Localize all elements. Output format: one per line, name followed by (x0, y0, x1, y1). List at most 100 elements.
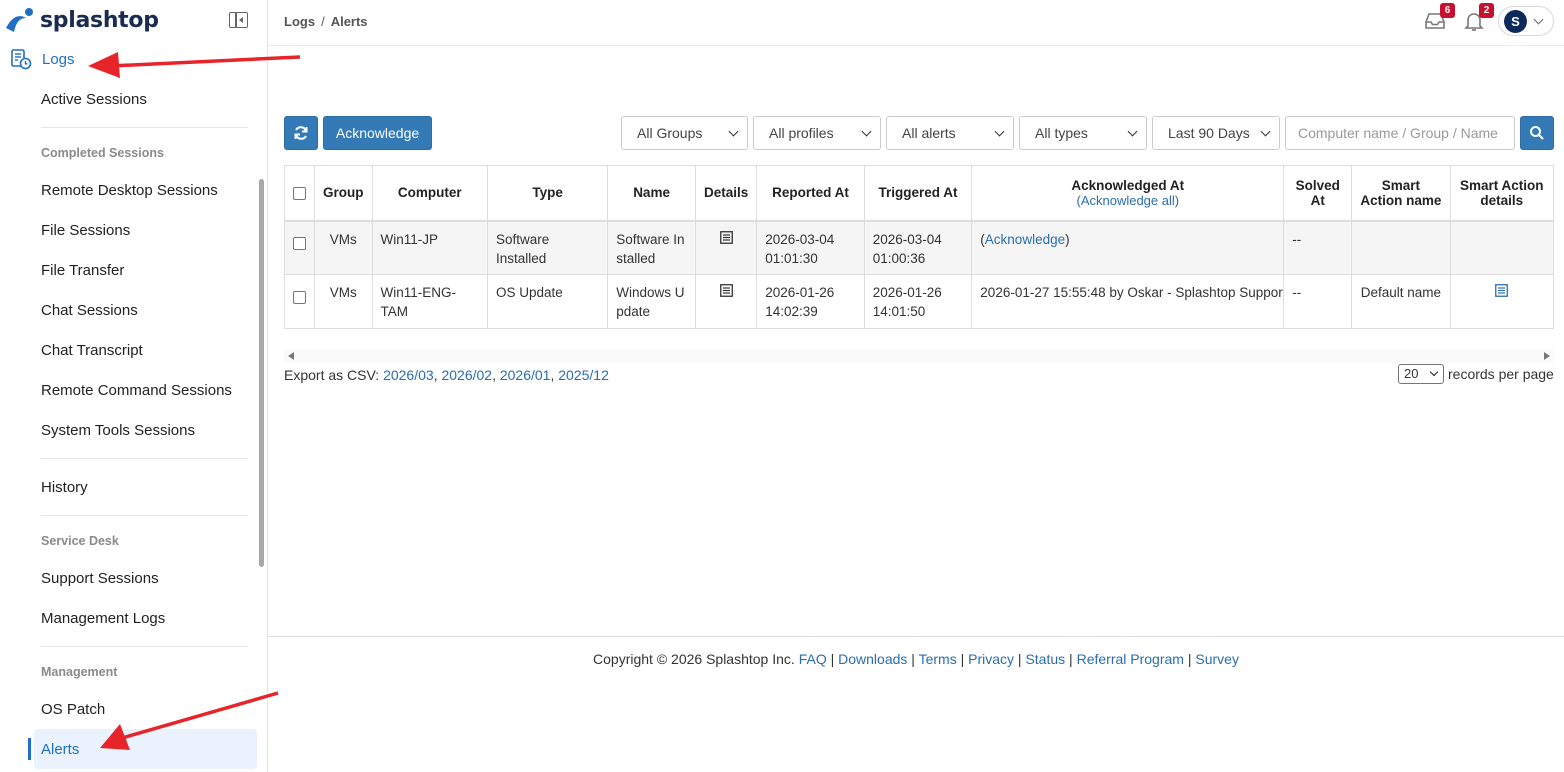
cell-smart-action-name: Default name (1351, 274, 1451, 329)
footer-link-terms[interactable]: Terms (919, 651, 957, 667)
divider (41, 646, 248, 647)
breadcrumb: Logs / Alerts (284, 14, 368, 29)
type-filter-select[interactable]: All types (1019, 116, 1147, 150)
divider (41, 458, 248, 459)
sidebar-item-chat-sessions[interactable]: Chat Sessions (41, 302, 138, 319)
bell-badge: 2 (1479, 3, 1494, 18)
export-link-2026-03[interactable]: 2026/03 (383, 367, 434, 383)
date-range-select[interactable]: Last 90 Days (1152, 116, 1280, 150)
footer: Copyright © 2026 Splashtop Inc. FAQ | Do… (593, 651, 1239, 667)
cell-computer: Win11-JP (371, 220, 488, 275)
details-icon[interactable] (719, 284, 733, 297)
reported-date: 2026-01-26 (765, 285, 835, 300)
sidebar-logs-label: Logs (42, 50, 75, 68)
sidebar-item-history[interactable]: History (41, 479, 88, 496)
section-management: Management (41, 665, 118, 679)
sidebar-item-os-patch[interactable]: OS Patch (41, 701, 105, 718)
acknowledged-at-label: Acknowledged At (1071, 177, 1185, 193)
cell-name: Software In stalled (607, 220, 696, 275)
footer-link-survey[interactable]: Survey (1195, 651, 1239, 667)
cell-triggered-at: 2026-03-04 01:00:36 (863, 220, 973, 275)
sidebar-item-logs[interactable]: Logs (10, 48, 75, 70)
footer-link-downloads[interactable]: Downloads (838, 651, 907, 667)
profile-filter-select[interactable]: All profiles (753, 116, 881, 150)
details-icon[interactable] (719, 230, 733, 244)
table-horizontal-scrollbar[interactable] (284, 349, 1554, 363)
sidebar-item-management-logs[interactable]: Management Logs (41, 610, 165, 627)
user-menu[interactable]: S (1498, 6, 1554, 36)
col-computer[interactable]: Computer (371, 165, 488, 222)
breadcrumb-logs[interactable]: Logs (284, 14, 315, 29)
notifications-button[interactable]: 2 (1462, 3, 1494, 33)
sidebar-item-remote-desktop-sessions[interactable]: Remote Desktop Sessions (41, 182, 218, 199)
row-checkbox[interactable] (293, 290, 306, 304)
group-filter-select[interactable]: All Groups (621, 116, 748, 150)
alerts-table: Group Computer Type Name Details Reporte… (284, 165, 1555, 329)
col-reported-at[interactable]: Reported At (756, 165, 865, 222)
records-per-page: 20 records per page (1398, 364, 1554, 384)
sidebar-item-alerts[interactable]: Alerts (41, 741, 79, 758)
col-smart-action-name: Smart Action name (1351, 165, 1451, 222)
acknowledge-link[interactable]: Acknowledge (985, 232, 1065, 247)
reported-time: 14:02:39 (765, 304, 818, 319)
footer-link-status[interactable]: Status (1025, 651, 1065, 667)
acknowledge-all-link[interactable]: (Acknowledge all) (980, 193, 1275, 208)
collapse-sidebar-icon[interactable] (229, 12, 248, 28)
col-smart-action-details: Smart Action details (1449, 165, 1555, 222)
cell-solved-at: -- (1283, 274, 1353, 329)
logs-icon (11, 49, 32, 70)
sidebar-item-support-sessions[interactable]: Support Sessions (41, 570, 159, 587)
avatar: S (1504, 10, 1527, 33)
acknowledge-button[interactable]: Acknowledge (323, 116, 432, 150)
cell-smart-action-name (1351, 220, 1451, 275)
sidebar-item-active-sessions[interactable]: Active Sessions (41, 91, 147, 108)
footer-link-referral-program[interactable]: Referral Program (1077, 651, 1184, 667)
splashtop-logo[interactable]: splashtop (4, 6, 159, 34)
copyright-text: Copyright © 2026 Splashtop Inc. (593, 651, 795, 667)
cell-smart-action-details (1449, 274, 1555, 329)
export-csv: Export as CSV: 2026/03, 2026/02, 2026/01… (284, 367, 609, 383)
footer-link-privacy[interactable]: Privacy (968, 651, 1014, 667)
sidebar-item-remote-command-sessions[interactable]: Remote Command Sessions (41, 382, 232, 399)
alert-filter-select[interactable]: All alerts (886, 116, 1014, 150)
inbox-button[interactable]: 6 (1423, 3, 1455, 33)
sidebar-item-chat-transcript[interactable]: Chat Transcript (41, 342, 143, 359)
refresh-icon (294, 126, 308, 140)
sidebar: splashtop Logs Active Sessions Completed… (0, 0, 268, 772)
scroll-left-icon[interactable] (288, 352, 294, 360)
triggered-date: 2026-01-26 (872, 285, 942, 300)
cell-reported-at: 2026-03-04 01:01:30 (756, 220, 865, 275)
search-input[interactable]: Computer name / Group / Name (1285, 116, 1515, 150)
scroll-right-icon[interactable] (1544, 352, 1550, 360)
col-triggered-at[interactable]: Triggered At (863, 165, 973, 222)
reported-time: 01:01:30 (765, 250, 818, 266)
col-group[interactable]: Group (314, 165, 373, 222)
table-header-row: Group Computer Type Name Details Reporte… (284, 165, 1555, 222)
sidebar-item-file-sessions[interactable]: File Sessions (41, 222, 130, 239)
footer-link-faq[interactable]: FAQ (799, 651, 827, 667)
row-select-cell (284, 220, 315, 275)
divider (268, 636, 1564, 637)
search-button[interactable] (1520, 116, 1554, 150)
row-checkbox[interactable] (293, 237, 306, 251)
sidebar-item-file-transfer[interactable]: File Transfer (41, 262, 124, 279)
sidebar-scrollbar[interactable] (259, 179, 264, 567)
col-name[interactable]: Name (607, 165, 696, 222)
col-type[interactable]: Type (486, 165, 609, 222)
refresh-button[interactable] (284, 116, 318, 150)
divider (41, 127, 248, 128)
cell-group: VMs (314, 220, 373, 275)
cell-acknowledged-at: 2026-01-27 15:55:48 by Oskar - Splashtop… (971, 274, 1285, 329)
records-per-page-select[interactable]: 20 (1398, 364, 1444, 384)
cell-type: Software Installed (486, 220, 609, 275)
smart-action-details-icon[interactable] (1495, 284, 1509, 297)
section-service-desk: Service Desk (41, 534, 119, 548)
col-solved-at[interactable]: Solved At (1283, 165, 1353, 222)
sidebar-item-system-tools-sessions[interactable]: System Tools Sessions (41, 422, 195, 439)
active-indicator (28, 738, 31, 760)
divider (41, 515, 248, 516)
export-link-2026-01[interactable]: 2026/01 (500, 367, 551, 383)
export-link-2026-02[interactable]: 2026/02 (441, 367, 492, 383)
select-all-checkbox[interactable] (293, 187, 306, 201)
export-link-2025-12[interactable]: 2025/12 (558, 367, 609, 383)
